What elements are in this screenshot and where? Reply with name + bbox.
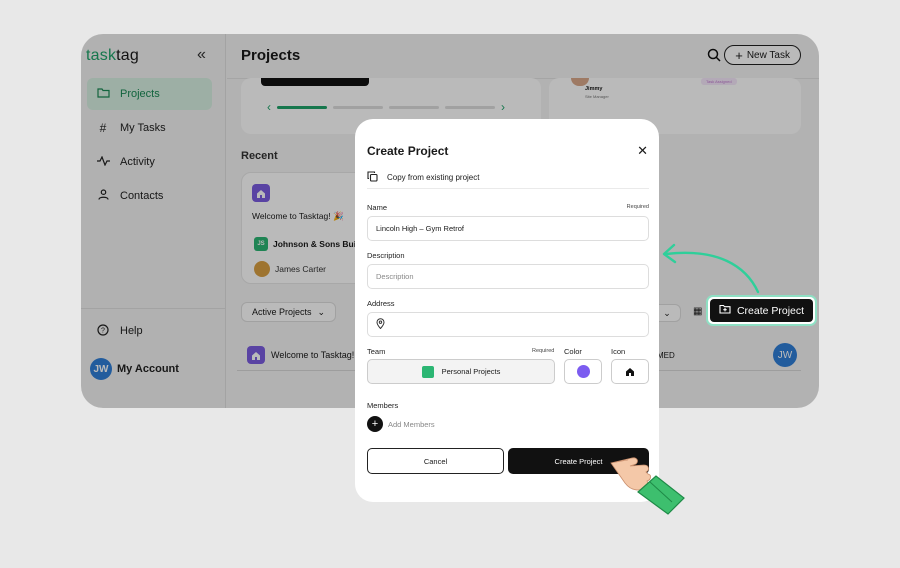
modal-divider <box>367 188 649 189</box>
plus-icon: + <box>367 416 383 432</box>
address-field[interactable] <box>367 312 649 337</box>
icon-picker[interactable] <box>611 359 649 384</box>
copy-icon <box>367 171 378 184</box>
team-required-label: Required <box>532 348 555 354</box>
icon-label: Icon <box>611 347 626 356</box>
add-members-label: Add Members <box>388 419 435 429</box>
folder-plus-icon <box>719 304 731 317</box>
address-label: Address <box>367 299 395 308</box>
color-picker[interactable] <box>564 359 602 384</box>
location-pin-icon <box>376 318 385 331</box>
name-required-label: Required <box>626 204 649 210</box>
name-label: Name <box>367 203 388 212</box>
color-label: Color <box>564 347 582 356</box>
team-label: Team <box>367 347 386 356</box>
home-icon <box>625 363 635 381</box>
team-select[interactable]: Personal Projects <box>367 359 555 384</box>
copy-label: Copy from existing project <box>387 173 480 182</box>
cancel-button[interactable]: Cancel <box>367 448 504 474</box>
members-label: Members <box>367 401 399 410</box>
create-project-modal: Create Project ✕ Copy from existing proj… <box>355 119 659 502</box>
description-label: Description <box>367 251 405 260</box>
team-value: Personal Projects <box>441 367 501 376</box>
description-field[interactable]: Description <box>367 264 649 289</box>
copy-from-existing-button[interactable]: Copy from existing project <box>367 171 479 184</box>
close-icon[interactable]: ✕ <box>637 143 648 159</box>
name-field[interactable]: Lincoln High – Gym Retrof <box>367 216 649 241</box>
create-project-button[interactable]: Create Project <box>710 299 813 322</box>
curved-arrow-icon <box>662 243 760 294</box>
pointing-hand-icon <box>610 457 685 515</box>
color-swatch <box>576 365 590 378</box>
modal-title: Create Project <box>367 144 449 158</box>
building-icon <box>421 365 434 378</box>
create-project-label: Create Project <box>736 304 805 317</box>
add-members-button[interactable]: + Add Members <box>367 416 435 432</box>
